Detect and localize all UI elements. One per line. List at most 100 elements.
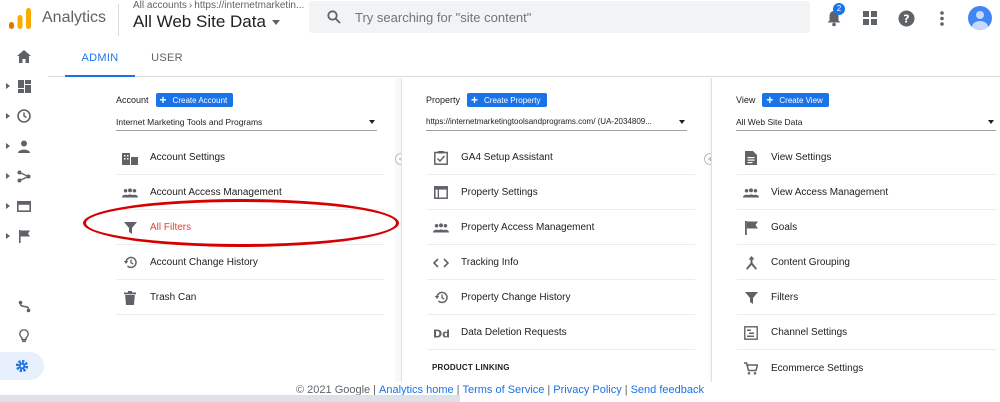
rail-acquisition[interactable] — [0, 164, 48, 188]
more-options-button[interactable] — [932, 8, 952, 28]
expand-arrow-icon — [6, 113, 10, 119]
content-grouping-item[interactable]: Content Grouping — [737, 246, 997, 280]
acquisition-icon — [17, 170, 31, 182]
create-account-button[interactable]: + Create Account — [155, 93, 234, 107]
trash-can-item[interactable]: Trash Can — [116, 281, 384, 315]
ga4-setup-assistant-item[interactable]: GA4 Setup Assistant — [427, 141, 695, 175]
view-selector[interactable]: All Web Site Data — [133, 12, 280, 32]
account-label: Account — [116, 95, 149, 105]
create-view-button[interactable]: + Create View — [762, 93, 829, 107]
account-header: Account + Create Account — [116, 93, 234, 107]
flag-icon — [18, 229, 30, 243]
help-button[interactable]: ? — [896, 8, 916, 28]
account-breadcrumb[interactable]: All accounts › https://internetmarketin... — [133, 0, 304, 11]
rail-attribution[interactable] — [0, 294, 48, 318]
notifications-button[interactable]: 2 — [824, 3, 845, 28]
user-avatar[interactable] — [968, 6, 992, 30]
caret-down-icon — [988, 120, 994, 124]
lightbulb-icon — [19, 329, 29, 343]
ecommerce-settings-item[interactable]: Ecommerce Settings — [737, 351, 997, 385]
dd-icon: Dd — [433, 327, 449, 339]
account-settings-item[interactable]: Account Settings — [116, 141, 384, 175]
account-selector-value: Internet Marketing Tools and Programs — [116, 116, 263, 127]
rail-admin[interactable] — [0, 352, 44, 380]
property-settings-label: Property Settings — [461, 187, 538, 198]
all-filters-item[interactable]: All Filters — [116, 211, 384, 245]
history-icon — [123, 256, 137, 269]
building-icon — [122, 152, 138, 165]
cart-icon — [744, 361, 758, 375]
svg-text:?: ? — [903, 12, 909, 25]
notification-badge: 2 — [833, 3, 845, 15]
people-icon — [122, 187, 138, 197]
tab-admin[interactable]: ADMIN — [65, 40, 135, 77]
header-divider — [118, 4, 119, 36]
goals-label: Goals — [771, 222, 798, 233]
view-header: View + Create View — [736, 93, 829, 107]
ecommerce-settings-label: Ecommerce Settings — [771, 362, 864, 374]
analytics-logo-icon[interactable] — [8, 8, 32, 30]
behavior-icon — [17, 200, 31, 212]
view-settings-item[interactable]: View Settings — [737, 141, 997, 175]
property-header: Property + Create Property — [426, 93, 547, 107]
all-filters-label: All Filters — [150, 222, 192, 233]
expand-arrow-icon — [6, 173, 10, 179]
breadcrumb-property: https://internetmarketin... — [194, 0, 305, 11]
create-property-button[interactable]: + Create Property — [467, 93, 547, 107]
view-dropdown-value: All Web Site Data — [736, 116, 803, 127]
filters-item[interactable]: Filters — [737, 281, 997, 315]
tab-user[interactable]: USER — [143, 40, 191, 77]
view-selector-label: All Web Site Data — [133, 12, 266, 31]
channel-settings-item[interactable]: Channel Settings — [737, 316, 997, 350]
help-icon: ? — [898, 10, 914, 26]
search-bar[interactable] — [309, 1, 810, 33]
property-settings-item[interactable]: Property Settings — [427, 176, 695, 210]
filter-icon — [123, 221, 137, 234]
breadcrumb-accounts: All accounts — [133, 0, 187, 11]
search-icon — [327, 10, 341, 24]
ga4-setup-assistant-label: GA4 Setup Assistant — [461, 152, 553, 163]
create-account-label: Create Account — [172, 95, 228, 105]
plus-icon: + — [766, 93, 774, 107]
rail-realtime[interactable] — [0, 104, 48, 128]
svg-text:Dd: Dd — [433, 327, 449, 339]
account-change-history-item[interactable]: Account Change History — [116, 246, 384, 280]
search-input[interactable] — [355, 9, 755, 25]
rail-behavior[interactable] — [0, 194, 48, 218]
account-access-management-item[interactable]: Account Access Management — [116, 176, 384, 210]
breadcrumb-chevron-icon: › — [188, 0, 193, 11]
rail-conversions[interactable] — [0, 224, 48, 248]
tracking-info-item[interactable]: Tracking Info — [427, 246, 695, 280]
caret-down-icon — [369, 120, 375, 124]
product-linking-heading: PRODUCT LINKING — [432, 363, 510, 372]
view-label: View — [736, 95, 756, 105]
rail-home[interactable] — [0, 44, 48, 68]
rail-audience[interactable] — [0, 134, 48, 158]
footer-link-feedback[interactable]: Send feedback — [631, 384, 704, 396]
goals-item[interactable]: Goals — [737, 211, 997, 245]
grouping-icon — [745, 255, 757, 270]
header-actions: 2 ? — [808, 0, 1000, 36]
code-icon — [433, 257, 449, 268]
property-selector[interactable]: https://internetmarketingtoolsandprogram… — [426, 113, 687, 131]
plus-icon: + — [159, 93, 167, 107]
grid-apps-icon — [863, 11, 877, 25]
data-deletion-requests-item[interactable]: Dd Data Deletion Requests — [427, 316, 695, 350]
apps-button[interactable] — [860, 8, 880, 28]
view-dropdown[interactable]: All Web Site Data — [736, 113, 996, 131]
admin-tabs: ADMIN USER — [48, 40, 1000, 77]
account-selector[interactable]: Internet Marketing Tools and Programs — [116, 113, 377, 131]
view-settings-label: View Settings — [771, 152, 832, 163]
property-access-management-item[interactable]: Property Access Management — [427, 211, 695, 245]
more-vert-icon — [940, 10, 944, 26]
property-change-history-item[interactable]: Property Change History — [427, 281, 695, 315]
rail-discover[interactable] — [0, 324, 48, 348]
view-access-management-label: View Access Management — [771, 187, 889, 198]
footer-link-privacy[interactable]: Privacy Policy — [553, 384, 621, 396]
footer-link-terms[interactable]: Terms of Service — [462, 384, 544, 396]
view-access-management-item[interactable]: View Access Management — [737, 176, 997, 210]
gear-icon — [15, 359, 29, 373]
attribution-icon — [18, 300, 30, 312]
tracking-info-label: Tracking Info — [461, 257, 519, 268]
rail-customization[interactable] — [0, 74, 48, 98]
